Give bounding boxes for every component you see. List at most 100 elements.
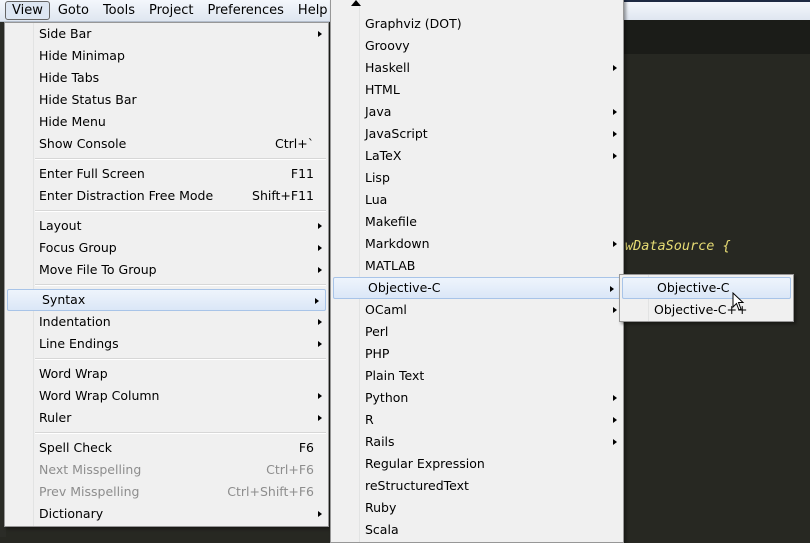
menu-item-label: Hide Status Bar: [39, 92, 137, 107]
menu-item-indentation[interactable]: Indentation: [5, 311, 328, 333]
menu-item-label: MATLAB: [365, 258, 416, 273]
menu-item-label: JavaScript: [365, 126, 428, 141]
menu-item-line-endings[interactable]: Line Endings: [5, 333, 328, 355]
menu-item-word-wrap-column[interactable]: Word Wrap Column: [5, 385, 328, 407]
menu-item-scala[interactable]: Scala: [331, 519, 623, 541]
menu-help[interactable]: Help: [292, 2, 334, 19]
title-bar: [624, 0, 810, 20]
menu-item-label: Show Console: [39, 136, 127, 151]
menu-item-enter-full-screen[interactable]: Enter Full Screen F11: [5, 163, 328, 185]
menu-item-show-console[interactable]: Show Console Ctrl+`: [5, 133, 328, 155]
menu-item-python[interactable]: Python: [331, 387, 623, 409]
menu-item-ocaml[interactable]: OCaml: [331, 299, 623, 321]
menu-item-syntax[interactable]: Syntax: [7, 289, 326, 311]
submenu-arrow-icon: [318, 245, 322, 251]
menu-goto[interactable]: Goto: [52, 2, 95, 19]
menu-item-ruler[interactable]: Ruler: [5, 407, 328, 429]
syntax-submenu: Graphviz (DOT) Groovy Haskell HTML Java JavaS…: [330, 0, 624, 543]
menu-item-ruby[interactable]: Ruby: [331, 497, 623, 519]
menu-item-rails[interactable]: Rails: [331, 431, 623, 453]
menu-item-next-misspelling[interactable]: Next Misspelling Ctrl+F6: [5, 459, 328, 481]
menu-item-latex[interactable]: LaTeX: [331, 145, 623, 167]
menu-item-label: Syntax: [42, 292, 86, 307]
menu-item-hide-menu[interactable]: Hide Menu: [5, 111, 328, 133]
menu-item-lua[interactable]: Lua: [331, 189, 623, 211]
menu-item-r[interactable]: R: [331, 409, 623, 431]
tab-bar[interactable]: [624, 20, 810, 54]
menu-item-perl[interactable]: Perl: [331, 321, 623, 343]
menu-item-javascript[interactable]: JavaScript: [331, 123, 623, 145]
menu-item-label: reStructuredText: [365, 478, 469, 493]
menu-item-dictionary[interactable]: Dictionary: [5, 503, 328, 525]
menu-item-label: Word Wrap Column: [39, 388, 160, 403]
menu-item-label: Perl: [365, 324, 389, 339]
menu-item-restructuredtext[interactable]: reStructuredText: [331, 475, 623, 497]
menu-item-enter-distraction-free-mode[interactable]: Enter Distraction Free Mode Shift+F11: [5, 185, 328, 207]
menu-item-markdown[interactable]: Markdown: [331, 233, 623, 255]
submenu-arrow-icon: [318, 223, 322, 229]
menu-separator: [5, 355, 328, 363]
menu-item-label: Ruby: [365, 500, 397, 515]
menu-item-side-bar[interactable]: Side Bar: [5, 23, 328, 45]
objective-c-submenu: Objective-C Objective-C++: [619, 274, 794, 322]
menu-separator: [5, 207, 328, 215]
menu-item-java[interactable]: Java: [331, 101, 623, 123]
menu-preferences[interactable]: Preferences: [201, 2, 289, 19]
menu-item-label: Enter Distraction Free Mode: [39, 188, 214, 203]
menu-item-label: Layout: [39, 218, 82, 233]
menu-item-html[interactable]: HTML: [331, 79, 623, 101]
menu-item-hide-tabs[interactable]: Hide Tabs: [5, 67, 328, 89]
shortcut-label: Ctrl+Shift+F6: [227, 484, 314, 499]
menu-item-label: Hide Minimap: [39, 48, 125, 63]
menu-item-label: Prev Misspelling: [39, 484, 140, 499]
menu-item-label: Regular Expression: [365, 456, 485, 471]
menu-item-layout[interactable]: Layout: [5, 215, 328, 237]
menu-item-groovy[interactable]: Groovy: [331, 35, 623, 57]
menu-project[interactable]: Project: [143, 2, 199, 19]
menu-item-label: Graphviz (DOT): [365, 16, 462, 31]
shortcut-label: Ctrl+F6: [266, 462, 314, 477]
menu-item-matlab[interactable]: MATLAB: [331, 255, 623, 277]
menu-item-objective-c[interactable]: Objective-C: [333, 277, 621, 299]
menu-item-objective-c[interactable]: Objective-C: [622, 277, 791, 299]
menu-item-label: Focus Group: [39, 240, 117, 255]
menu-item-focus-group[interactable]: Focus Group: [5, 237, 328, 259]
menu-item-word-wrap[interactable]: Word Wrap: [5, 363, 328, 385]
menu-item-haskell[interactable]: Haskell: [331, 57, 623, 79]
submenu-arrow-icon: [315, 298, 319, 304]
menu-item-hide-minimap[interactable]: Hide Minimap: [5, 45, 328, 67]
submenu-arrow-icon: [318, 341, 322, 347]
menu-item-move-file-to-group[interactable]: Move File To Group: [5, 259, 328, 281]
menu-item-prev-misspelling[interactable]: Prev Misspelling Ctrl+Shift+F6: [5, 481, 328, 503]
menu-item-objective-c[interactable]: Objective-C++: [620, 299, 793, 321]
submenu-arrow-icon: [613, 307, 617, 313]
shortcut-label: Shift+F11: [252, 188, 314, 203]
menu-item-makefile[interactable]: Makefile: [331, 211, 623, 233]
menu-separator: [5, 429, 328, 437]
menu-item-graphviz-dot[interactable]: Graphviz (DOT): [331, 13, 623, 35]
menu-item-label: Plain Text: [365, 368, 425, 383]
menu-view[interactable]: View: [5, 1, 50, 20]
menu-item-hide-status-bar[interactable]: Hide Status Bar: [5, 89, 328, 111]
menu-item-label: Objective-C: [368, 280, 441, 295]
menu-item-label: Word Wrap: [39, 366, 108, 381]
submenu-arrow-icon: [613, 417, 617, 423]
menu-item-label: Lua: [365, 192, 388, 207]
shortcut-label: F6: [298, 440, 314, 455]
menu-item-lisp[interactable]: Lisp: [331, 167, 623, 189]
scroll-up-arrow-icon[interactable]: [351, 0, 361, 6]
menu-item-label: Move File To Group: [39, 262, 157, 277]
menu-item-label: Java: [365, 104, 392, 119]
submenu-arrow-icon: [610, 286, 614, 292]
menu-item-label: HTML: [365, 82, 400, 97]
menu-item-label: Hide Tabs: [39, 70, 100, 85]
menu-item-php[interactable]: PHP: [331, 343, 623, 365]
menu-item-label: Markdown: [365, 236, 430, 251]
menu-item-regular-expression[interactable]: Regular Expression: [331, 453, 623, 475]
menu-separator: [5, 281, 328, 289]
submenu-arrow-icon: [613, 109, 617, 115]
menu-item-spell-check[interactable]: Spell Check F6: [5, 437, 328, 459]
submenu-arrow-icon: [318, 511, 322, 517]
menu-tools[interactable]: Tools: [97, 2, 141, 19]
menu-item-plain-text[interactable]: Plain Text: [331, 365, 623, 387]
